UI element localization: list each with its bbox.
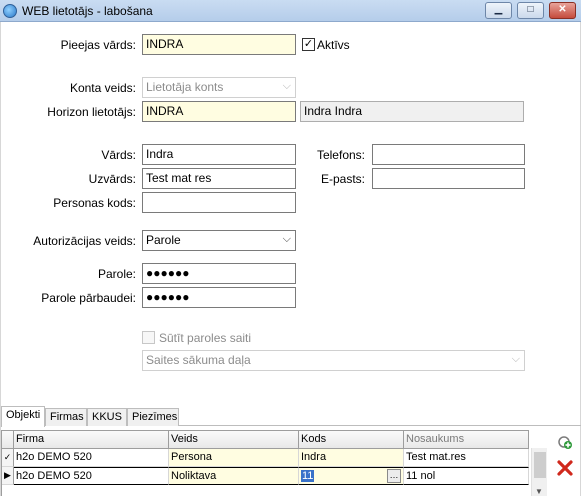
objects-grid: Firma Veids Kods Nosaukums ✓ h2o DEMO 52… <box>1 430 529 496</box>
auth-type-value: Parole <box>146 233 181 247</box>
column-header-nosaukums[interactable]: Nosaukums <box>404 431 529 449</box>
chevron-down-icon: ⌵ <box>282 80 291 92</box>
active-label: Aktīvs <box>317 38 350 52</box>
chevron-down-icon: ⌵ <box>282 233 291 245</box>
first-name-label: Vārds: <box>101 148 136 162</box>
personal-code-input[interactable] <box>142 192 296 213</box>
table-cell-nosaukums[interactable]: 11 nol <box>404 467 529 485</box>
horizon-user-input[interactable]: INDRA <box>142 101 296 122</box>
kods-edit-value[interactable]: 11 <box>301 470 315 482</box>
auth-type-select[interactable]: Parole ⌵ <box>142 230 296 251</box>
account-type-select[interactable]: Lietotāja konts ⌵ <box>142 77 296 98</box>
close-button[interactable]: ✕ <box>549 2 576 19</box>
site-start-page-value: Saites sākuma daļa <box>146 353 251 367</box>
chevron-down-icon: ⌵ <box>511 353 520 365</box>
horizon-user-display-name: Indra Indra <box>300 101 524 122</box>
account-type-label: Konta veids: <box>69 81 136 95</box>
first-name-input[interactable]: Indra <box>142 144 296 165</box>
tab-firmas[interactable]: Firmas <box>45 408 87 426</box>
tab-piezimes[interactable]: Piezīmes <box>127 408 179 426</box>
grid-corner <box>2 431 14 449</box>
password-input[interactable]: ●●●●●● <box>142 263 296 284</box>
row-checked-marker-icon: ✓ <box>2 449 14 467</box>
send-password-link-checkbox[interactable] <box>142 331 155 344</box>
delete-icon <box>557 460 573 476</box>
tab-strip: Objekti Firmas KKUS Piezīmes <box>1 406 581 427</box>
maximize-button[interactable]: □ <box>517 2 544 19</box>
email-label: E-pasts: <box>320 172 365 186</box>
password-label: Parole: <box>97 267 136 281</box>
table-cell-kods[interactable]: Indra <box>299 449 404 467</box>
active-checkbox[interactable]: ✓ <box>302 38 315 51</box>
phone-input[interactable] <box>372 144 525 165</box>
add-object-button[interactable] <box>555 433 575 453</box>
table-cell-veids[interactable]: Persona <box>169 449 299 467</box>
scrollbar-thumb[interactable] <box>534 452 546 478</box>
window-title: WEB lietotājs - labošana <box>22 4 153 18</box>
delete-button[interactable] <box>555 459 575 479</box>
app-logo-icon <box>3 4 17 18</box>
add-object-icon <box>558 436 572 449</box>
send-password-link-label: Sūtīt paroles saiti <box>159 331 252 345</box>
personal-code-label: Personas kods: <box>53 196 136 210</box>
account-type-value: Lietotāja konts <box>146 80 224 94</box>
table-cell-firma[interactable]: h2o DEMO 520 <box>14 449 169 467</box>
site-start-page-select[interactable]: Saites sākuma daļa ⌵ <box>142 350 525 371</box>
minimize-button[interactable]: ▁ <box>485 2 512 19</box>
column-header-firma[interactable]: Firma <box>14 431 169 449</box>
table-cell-nosaukums[interactable]: Test mat.res <box>404 449 529 467</box>
checkmark-icon: ✓ <box>303 38 314 50</box>
scroll-down-arrow-icon[interactable]: ▼ <box>535 487 543 496</box>
ellipsis-button[interactable]: … <box>387 469 401 483</box>
row-pointer-icon: ▶ <box>2 467 14 485</box>
last-name-input[interactable]: Test mat res <box>142 168 296 189</box>
password-confirm-label: Parole pārbaudei: <box>41 291 136 305</box>
window-titlebar: WEB lietotājs - labošana ▁ □ ✕ <box>0 0 581 22</box>
column-header-veids[interactable]: Veids <box>169 431 299 449</box>
tab-kkus[interactable]: KKUS <box>87 408 127 426</box>
auth-type-label: Autorizācijas veids: <box>33 234 136 248</box>
table-cell-firma[interactable]: h2o DEMO 520 <box>14 467 169 485</box>
password-confirm-input[interactable]: ●●●●●● <box>142 287 296 308</box>
access-name-label: Pieejas vārds: <box>60 38 136 52</box>
last-name-label: Uzvārds: <box>88 172 136 186</box>
tab-objekti[interactable]: Objekti <box>1 406 45 427</box>
grid-scrollbar[interactable]: ▼ <box>531 448 547 496</box>
column-header-kods[interactable]: Kods <box>299 431 404 449</box>
form-content: Pieejas vārds: INDRA ✓ Aktīvs Konta veid… <box>0 22 581 496</box>
horizon-user-label: Horizon lietotājs: <box>47 105 136 119</box>
access-name-input[interactable]: INDRA <box>142 34 296 55</box>
table-cell-kods-editing[interactable]: 11 … <box>299 467 404 485</box>
email-input[interactable] <box>372 168 525 189</box>
table-cell-veids[interactable]: Noliktava <box>169 467 299 485</box>
phone-label: Telefons: <box>316 148 365 162</box>
